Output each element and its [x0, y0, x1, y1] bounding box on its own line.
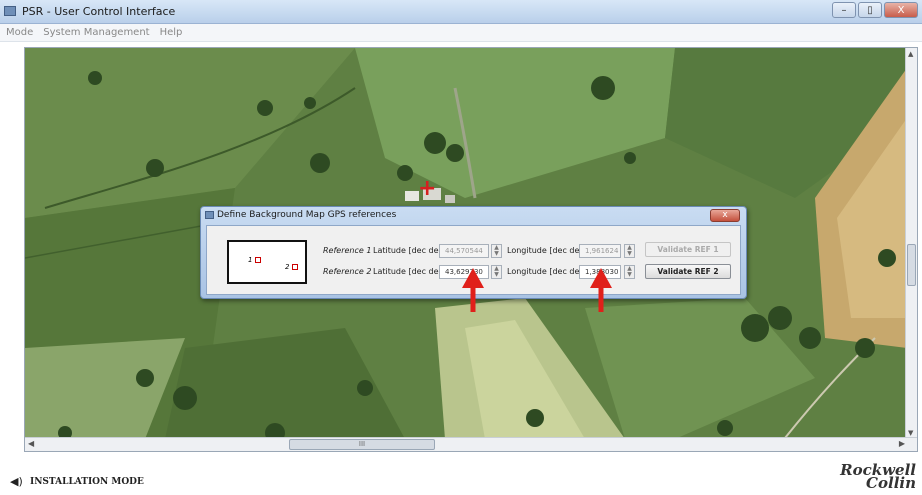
scroll-down-arrow-icon[interactable]: ▼	[908, 429, 913, 437]
dialog-close-button[interactable]: x	[710, 209, 740, 222]
scroll-left-arrow-icon[interactable]: ◀	[28, 439, 34, 448]
ref2-preview-label: 2	[285, 263, 290, 271]
ref1-lat-field[interactable]: 44,570544	[439, 244, 489, 258]
scroll-right-arrow-icon[interactable]: ▶	[899, 439, 905, 448]
gps-references-dialog: Define Background Map GPS references x 1…	[200, 206, 747, 299]
ref2-lat-label: Latitude [dec deg]	[373, 267, 447, 276]
menu-item-help[interactable]: Help	[160, 27, 183, 38]
map-marker[interactable]: +	[418, 178, 436, 200]
dialog-body: 1 2 Reference 1 Latitude [dec deg] 44,57…	[206, 225, 741, 295]
reference-preview: 1 2	[227, 240, 307, 284]
brand-logo: Rockwell Collin	[840, 463, 916, 491]
status-bar: ◀) INSTALLATION MODE Rockwell Collin	[0, 460, 922, 495]
ref1-lat-label: Latitude [dec deg]	[373, 246, 447, 255]
dialog-app-icon	[205, 211, 214, 219]
ref2-lon-spinner[interactable]: ▲ ▼	[624, 265, 635, 279]
ref2-marker-icon	[292, 264, 298, 270]
app-icon	[4, 6, 16, 16]
ref2-lat-field[interactable]: 43,629230	[439, 265, 489, 279]
ref1-marker-icon	[255, 257, 261, 263]
mode-indicator: INSTALLATION MODE	[30, 477, 144, 487]
minimize-button[interactable]: –	[832, 2, 856, 18]
maximize-button[interactable]: ▯	[858, 2, 882, 18]
ref1-preview-label: 1	[248, 256, 253, 264]
menu-item-mode[interactable]: Mode	[6, 27, 33, 38]
dialog-title: Define Background Map GPS references	[217, 210, 397, 220]
window-title: PSR - User Control Interface	[22, 5, 176, 18]
ref2-lon-field[interactable]: 1,388030	[579, 265, 621, 279]
window-titlebar: PSR - User Control Interface – ▯ X	[0, 0, 922, 24]
ref1-lon-label: Longitude [dec deg]	[507, 246, 588, 255]
ref1-lon-field[interactable]: 1,961624	[579, 244, 621, 258]
validate-ref1-button[interactable]: Validate REF 1	[645, 242, 731, 257]
window-controls: – ▯ X	[832, 2, 918, 18]
scroll-up-arrow-icon[interactable]: ▲	[908, 50, 913, 58]
ref1-lat-spinner[interactable]: ▲ ▼	[491, 244, 502, 258]
horizontal-scrollbar[interactable]: ◀ III ▶	[25, 437, 917, 451]
ref2-lat-spinner[interactable]: ▲ ▼	[491, 265, 502, 279]
ref2-lon-label: Longitude [dec deg]	[507, 267, 588, 276]
validate-ref2-button[interactable]: Validate REF 2	[645, 264, 731, 279]
menu-item-system-management[interactable]: System Management	[43, 27, 149, 38]
horizontal-scroll-thumb[interactable]: III	[289, 439, 435, 450]
ref2-label: Reference 2	[323, 267, 372, 276]
vertical-scrollbar[interactable]: ▲ ▼	[905, 48, 917, 439]
ref1-lon-spinner[interactable]: ▲ ▼	[624, 244, 635, 258]
close-button[interactable]: X	[884, 2, 918, 18]
menu-bar: Mode System Management Help	[0, 24, 922, 42]
vertical-scroll-thumb[interactable]	[907, 244, 916, 286]
speaker-icon: ◀)	[10, 475, 23, 488]
ref1-label: Reference 1	[323, 246, 372, 255]
